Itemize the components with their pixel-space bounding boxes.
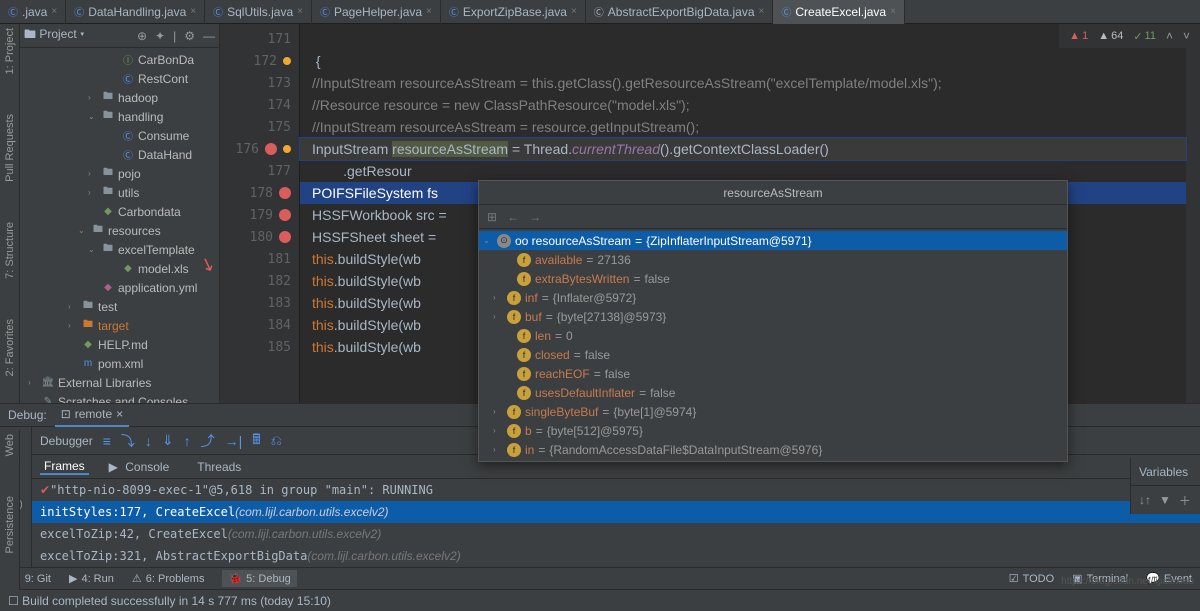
- debug-var-row[interactable]: ›finf = {Inflater@5972}: [479, 288, 1067, 307]
- debugger-tab[interactable]: Debugger: [40, 434, 93, 448]
- code-line[interactable]: InputStream resourceAsStream = Thread.cu…: [300, 138, 1186, 160]
- hide-icon[interactable]: —: [203, 29, 215, 43]
- show-exec-icon[interactable]: ≡: [103, 433, 111, 449]
- tool-persistence[interactable]: Persistence: [4, 496, 16, 553]
- debug-var-row[interactable]: fusesDefaultInflater = false: [479, 383, 1067, 402]
- frame-row[interactable]: excelToZip:321, AbstractExportBigData (c…: [32, 545, 1200, 567]
- tree-row[interactable]: ›🏛External Libraries: [20, 373, 219, 392]
- step-into-icon[interactable]: ↓: [145, 433, 152, 449]
- step-over-icon[interactable]: ⤵: [121, 431, 135, 451]
- project-panel: 🖿 Project ▾ ⊕ ✦ | ⚙ — ⒾCarBonDaⒸRestCont…: [20, 24, 220, 424]
- tree-row[interactable]: ⌄🖿excelTemplate: [20, 240, 219, 259]
- tree-row[interactable]: ›🖿hadoop: [20, 88, 219, 107]
- code-line[interactable]: //InputStream resourceAsStream = resourc…: [300, 116, 1186, 138]
- settings-icon[interactable]: ⚙: [184, 29, 195, 43]
- code-line[interactable]: {: [300, 50, 1186, 72]
- editor-tab[interactable]: ⒸPageHelper.java×: [312, 0, 441, 24]
- debug-var-row[interactable]: freachEOF = false: [479, 364, 1067, 383]
- run-cursor-icon[interactable]: →|: [225, 433, 243, 449]
- tree-row[interactable]: ◆application.yml: [20, 278, 219, 297]
- debug-label: Debug:: [8, 408, 47, 422]
- popup-fwd-icon[interactable]: →: [529, 210, 541, 224]
- editor-tab[interactable]: ⒸSqlUtils.java×: [205, 0, 312, 24]
- tree-row[interactable]: mpom.xml: [20, 354, 219, 373]
- divider: |: [173, 29, 176, 43]
- tree-row[interactable]: ◆Carbondata: [20, 202, 219, 221]
- status-text: ☐ Build completed successfully in 14 s 7…: [8, 594, 331, 608]
- tree-row[interactable]: ›🖿test: [20, 297, 219, 316]
- step-out-icon[interactable]: ↑: [184, 433, 191, 449]
- debug-var-row[interactable]: ›fb = {byte[512]@5975}: [479, 421, 1067, 440]
- editor-tab[interactable]: ⒸAbstractExportBigData.java×: [586, 0, 774, 24]
- trace-icon[interactable]: ⎌: [271, 432, 282, 449]
- force-step-icon[interactable]: ⇓: [162, 432, 174, 449]
- vars-sort-icon[interactable]: ↓↑: [1139, 493, 1151, 507]
- tree-row[interactable]: ›🖿utils: [20, 183, 219, 202]
- debug-var-row[interactable]: ›fsingleByteBuf = {byte[1]@5974}: [479, 402, 1067, 421]
- tool-project[interactable]: 1: Project: [4, 28, 16, 74]
- debug-var-row[interactable]: flen = 0: [479, 326, 1067, 345]
- tree-row[interactable]: ›🖿pojo: [20, 164, 219, 183]
- debug-var-row[interactable]: favailable = 27136: [479, 250, 1067, 269]
- code-line[interactable]: .getResour: [300, 160, 1186, 182]
- debug-var-row[interactable]: fextraBytesWritten = false: [479, 269, 1067, 288]
- tree-row[interactable]: ◆model.xls: [20, 259, 219, 278]
- drop-frame-icon[interactable]: ⤴: [201, 431, 215, 451]
- evaluate-icon[interactable]: 🖩: [252, 429, 260, 453]
- debug-var-row[interactable]: ⌄⊙oo resourceAsStream = {ZipInflaterInpu…: [479, 231, 1067, 250]
- debug-var-row[interactable]: fclosed = false: [479, 345, 1067, 364]
- popup-tree-icon[interactable]: ⊞: [487, 210, 497, 224]
- tool-pull[interactable]: Pull Requests: [4, 114, 16, 182]
- frame-row[interactable]: initStyles:177, CreateExcel (com.lijl.ca…: [32, 501, 1200, 523]
- tree-row[interactable]: ⌄🖿handling: [20, 107, 219, 126]
- frames-tab[interactable]: Frames: [40, 459, 89, 475]
- tree-row[interactable]: ⒸRestCont: [20, 69, 219, 88]
- tree-row[interactable]: ›🖿target: [20, 316, 219, 335]
- editor-tab[interactable]: ⒸCreateExcel.java×: [773, 0, 905, 24]
- code-line[interactable]: //InputStream resourceAsStream = this.ge…: [300, 72, 1186, 94]
- tool-favorites[interactable]: 2: Favorites: [4, 319, 16, 376]
- tree-row[interactable]: ⒸConsume: [20, 126, 219, 145]
- code-line[interactable]: [300, 28, 1186, 50]
- bt-todo[interactable]: ☑ TODO: [1009, 572, 1054, 585]
- debug-var-row[interactable]: ›fbuf = {byte[27138]@5973}: [479, 307, 1067, 326]
- tree-row[interactable]: ⒸDataHand: [20, 145, 219, 164]
- thread-row[interactable]: ✔ "http-nio-8099-exec-1"@5,618 in group …: [32, 479, 1200, 501]
- debug-var-row[interactable]: ›fin = {RandomAccessDataFile$DataInputSt…: [479, 440, 1067, 459]
- bt-problems[interactable]: ⚠ 6: Problems: [132, 572, 205, 585]
- expand-icon[interactable]: ✦: [155, 29, 165, 43]
- tool-structure[interactable]: 7: Structure: [4, 222, 16, 279]
- project-dropdown[interactable]: 🖿 Project ▾: [24, 25, 84, 46]
- tree-row[interactable]: ◆HELP.md: [20, 335, 219, 354]
- popup-title: resourceAsStream: [479, 181, 1067, 205]
- evaluate-popup: resourceAsStream ⊞ ← → ⌄⊙oo resourceAsSt…: [478, 180, 1068, 462]
- vars-filter-icon[interactable]: ▼: [1159, 493, 1171, 507]
- tree-row[interactable]: ⒾCarBonDa: [20, 50, 219, 69]
- vars-add-icon[interactable]: ＋: [1179, 492, 1191, 509]
- popup-back-icon[interactable]: ←: [507, 210, 519, 224]
- watermark: https://blog.csdn.net/lijialexiao: [1061, 576, 1194, 587]
- console-tab[interactable]: ▶ Console: [105, 460, 178, 474]
- bt-debug[interactable]: 🐞 5: Debug: [222, 570, 296, 587]
- minimap[interactable]: [1186, 24, 1200, 424]
- frame-row[interactable]: excelToZip:42, CreateExcel (com.lijl.car…: [32, 523, 1200, 545]
- editor-tab[interactable]: ⒸExportZipBase.java×: [441, 0, 586, 24]
- debug-config-tab[interactable]: ⊡ remote ×: [55, 403, 129, 427]
- vars-title[interactable]: Variables: [1131, 458, 1200, 486]
- code-line[interactable]: //Resource resource = new ClassPathResou…: [300, 94, 1186, 116]
- tree-row[interactable]: ⌄🖿resources: [20, 221, 219, 240]
- locate-icon[interactable]: ⊕: [137, 29, 147, 43]
- editor-tab[interactable]: ⒸDataHandling.java×: [66, 0, 205, 24]
- bt-run[interactable]: ▶ 4: Run: [69, 572, 114, 585]
- editor-tab[interactable]: Ⓒ.java×: [0, 0, 66, 24]
- threads-tab[interactable]: Threads: [193, 460, 245, 474]
- tool-web[interactable]: Web: [4, 434, 16, 456]
